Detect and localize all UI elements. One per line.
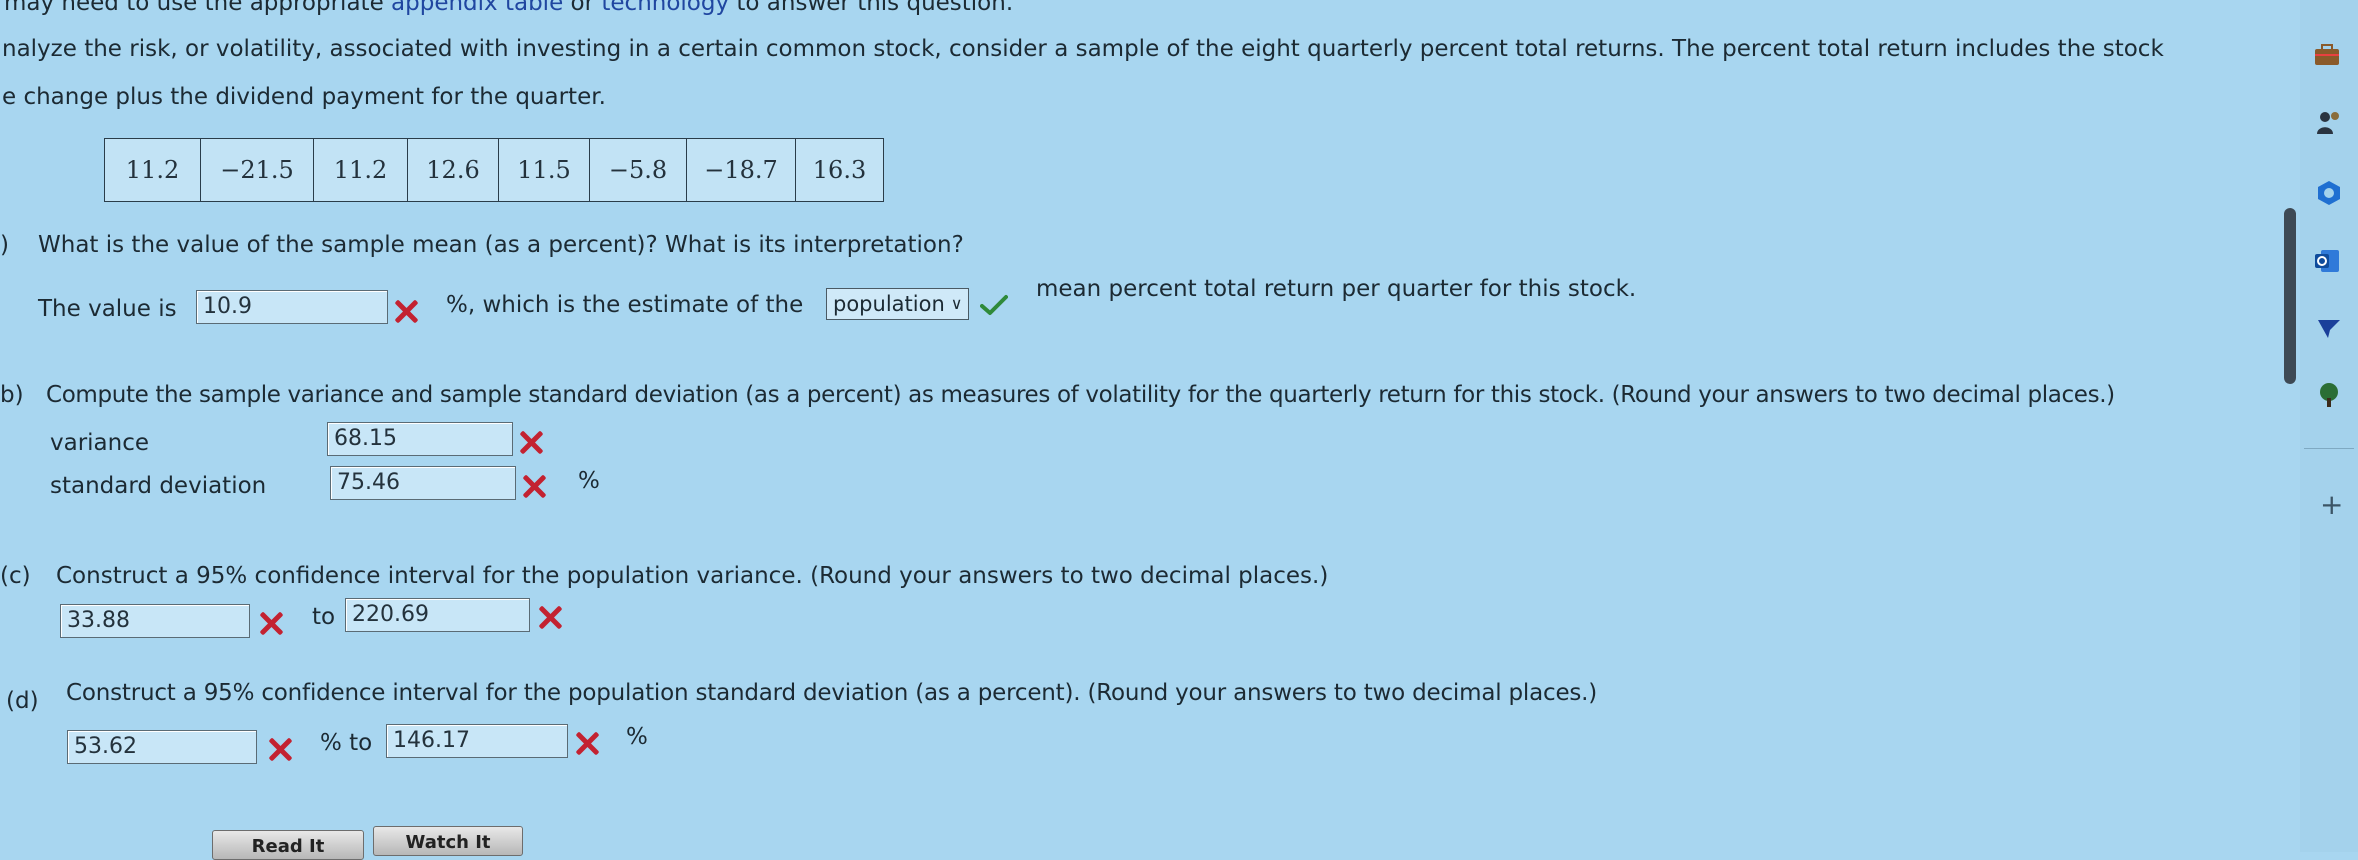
chevron-down-icon: ∨ [950, 294, 963, 313]
data-cell: 12.6 [407, 138, 499, 202]
data-cell: 11.2 [104, 138, 201, 202]
population-select[interactable]: population ∨ [826, 288, 970, 320]
part-b-marker: b) [0, 382, 24, 408]
instruction-mid: or [563, 0, 602, 16]
variance-label: variance [50, 430, 150, 456]
part-c-question: Construct a 95% confidence interval for … [56, 563, 1329, 589]
data-cell: −5.8 [589, 138, 687, 202]
standard-deviation-input[interactable]: 75.46 [330, 466, 516, 500]
circle-icon[interactable] [2314, 178, 2344, 208]
part-c-marker: (c) [0, 563, 31, 589]
incorrect-x-icon [518, 429, 544, 455]
data-cell: −18.7 [686, 138, 796, 202]
part-b-question: Compute the sample variance and sample s… [46, 382, 2115, 408]
outlook-icon[interactable] [2312, 246, 2342, 276]
problem-text-line-2: e change plus the dividend payment for t… [2, 84, 606, 110]
sidebar-divider [2304, 448, 2354, 449]
variance-input[interactable]: 68.15 [327, 422, 513, 456]
standard-deviation-unit: % [578, 468, 600, 494]
part-d-marker: (d) [6, 688, 39, 714]
problem-text-line-1: nalyze the risk, or volatility, associat… [2, 36, 2164, 62]
browser-sidebar: + [2300, 0, 2358, 852]
people-icon[interactable] [2314, 108, 2344, 138]
data-cell: 16.3 [795, 138, 884, 202]
part-a-question: What is the value of the sample mean (as… [38, 232, 964, 258]
population-select-value: population [833, 292, 945, 316]
part-c-to: to [312, 604, 336, 630]
instruction-line: may need to use the appropriate appendix… [4, 0, 1013, 16]
briefcase-icon[interactable] [2312, 40, 2342, 70]
sd-ci-lower-input[interactable]: 53.62 [67, 730, 257, 764]
instruction-suffix: to answer this question. [729, 0, 1014, 16]
data-cell: 11.2 [313, 138, 408, 202]
part-a-marker: ) [0, 232, 9, 258]
scrollbar[interactable] [2284, 208, 2296, 384]
instruction-prefix: may need to use the appropriate [4, 0, 392, 16]
incorrect-x-icon [267, 736, 293, 762]
table-row: 11.2 −21.5 11.2 12.6 11.5 −5.8 −18.7 16.… [104, 138, 884, 202]
read-it-button[interactable]: Read It [212, 830, 364, 860]
incorrect-x-icon [521, 473, 547, 499]
add-icon[interactable]: + [2320, 488, 2343, 521]
incorrect-x-icon [537, 604, 563, 630]
part-d-to: % to [320, 730, 373, 756]
sd-ci-upper-input[interactable]: 146.17 [386, 724, 568, 758]
part-a-after-value: %, which is the estimate of the [446, 292, 804, 318]
appendix-table-link[interactable]: appendix table [391, 0, 563, 16]
data-cell: −21.5 [200, 138, 314, 202]
part-a-suffix: mean percent total return per quarter fo… [1036, 276, 1637, 302]
part-d-unit: % [626, 724, 648, 750]
incorrect-x-icon [574, 730, 600, 756]
standard-deviation-label: standard deviation [50, 473, 267, 499]
correct-check-icon [980, 295, 1008, 315]
part-a-prefix: The value is [38, 296, 177, 322]
incorrect-x-icon [393, 298, 419, 324]
tree-icon[interactable] [2314, 380, 2344, 410]
part-d-question: Construct a 95% confidence interval for … [66, 680, 1598, 706]
technology-link[interactable]: technology [601, 0, 729, 16]
arrow-icon[interactable] [2314, 314, 2344, 344]
data-cell: 11.5 [498, 138, 590, 202]
sample-mean-input[interactable]: 10.9 [196, 290, 388, 324]
variance-ci-lower-input[interactable]: 33.88 [60, 604, 250, 638]
variance-ci-upper-input[interactable]: 220.69 [345, 598, 530, 632]
incorrect-x-icon [258, 610, 284, 636]
returns-data-table: 11.2 −21.5 11.2 12.6 11.5 −5.8 −18.7 16.… [104, 138, 884, 202]
